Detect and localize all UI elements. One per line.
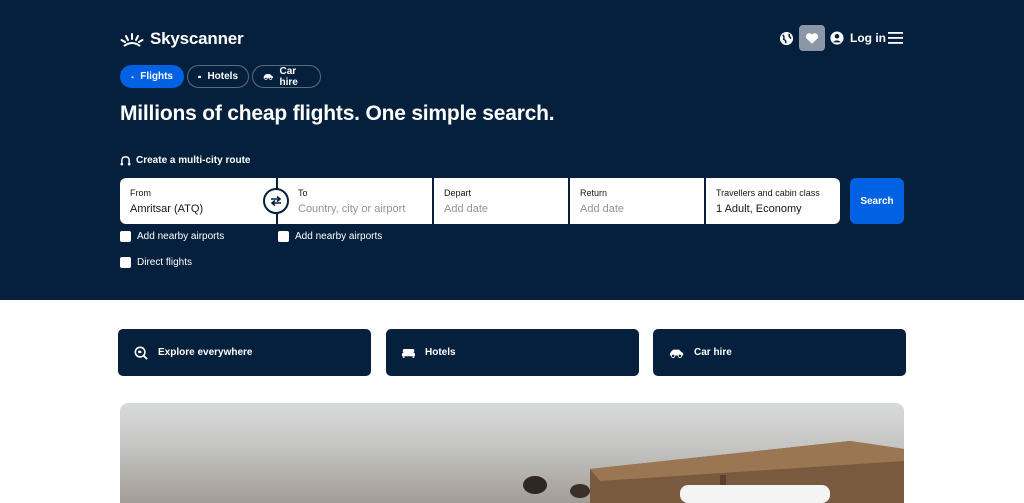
- car-icon: [669, 348, 684, 358]
- return-label: Return: [580, 188, 694, 198]
- hotels-card[interactable]: Hotels: [386, 329, 639, 376]
- depart-placeholder: Add date: [444, 203, 558, 215]
- travellers-value: 1 Adult, Economy: [716, 203, 830, 215]
- depart-field[interactable]: Depart Add date: [434, 178, 568, 224]
- bed-icon: [198, 72, 201, 82]
- quick-link-label: Hotels: [425, 347, 456, 358]
- tab-label: Hotels: [207, 71, 238, 82]
- swap-button[interactable]: [263, 188, 289, 214]
- from-label: From: [130, 188, 266, 198]
- car-icon: [263, 72, 274, 81]
- car-hire-card[interactable]: Car hire: [653, 329, 906, 376]
- checkbox-box[interactable]: [120, 257, 131, 268]
- multicity-route-icon: [120, 155, 131, 166]
- swap-arrows-icon: [270, 195, 282, 207]
- checkbox-label: Direct flights: [137, 257, 192, 268]
- page-headline: Millions of cheap flights. One simple se…: [120, 102, 554, 126]
- user-icon: [830, 31, 844, 45]
- travellers-label: Travellers and cabin class: [716, 188, 830, 198]
- explore-icon: [134, 346, 148, 360]
- checkbox-label: Add nearby airports: [137, 231, 224, 242]
- bed-icon: [402, 348, 415, 358]
- search-button[interactable]: Search: [850, 178, 904, 224]
- checkbox-box[interactable]: [278, 231, 289, 242]
- from-field[interactable]: From Amritsar (ATQ): [120, 178, 276, 224]
- skyscanner-logo[interactable]: Skyscanner: [120, 28, 243, 50]
- menu-icon[interactable]: [887, 30, 903, 46]
- return-placeholder: Add date: [580, 203, 694, 215]
- explore-everywhere-card[interactable]: Explore everywhere: [118, 329, 371, 376]
- nearby-to-checkbox[interactable]: Add nearby airports: [278, 231, 382, 242]
- sunrise-logo-icon: [120, 31, 144, 47]
- login-label: Log in: [850, 31, 886, 45]
- tab-label: Flights: [140, 71, 173, 82]
- quick-link-label: Explore everywhere: [158, 347, 253, 358]
- nearby-from-checkbox[interactable]: Add nearby airports: [120, 231, 224, 242]
- beach-hut-illustration: [120, 403, 904, 503]
- checkbox-box[interactable]: [120, 231, 131, 242]
- saved-heart-button[interactable]: [799, 25, 825, 51]
- plane-icon: [131, 71, 134, 83]
- tab-label: Car hire: [280, 66, 311, 88]
- brand-name: Skyscanner: [150, 29, 243, 49]
- to-placeholder: Country, city or airport: [298, 203, 422, 215]
- depart-label: Depart: [444, 188, 558, 198]
- to-field[interactable]: To Country, city or airport: [278, 178, 432, 224]
- from-value: Amritsar (ATQ): [130, 203, 266, 215]
- return-field[interactable]: Return Add date: [570, 178, 704, 224]
- checkbox-label: Add nearby airports: [295, 231, 382, 242]
- quick-link-label: Car hire: [694, 347, 732, 358]
- multicity-label: Create a multi-city route: [136, 155, 250, 166]
- to-label: To: [298, 188, 422, 198]
- promo-photo: [120, 403, 904, 503]
- heart-icon: [805, 32, 819, 45]
- multicity-link[interactable]: Create a multi-city route: [120, 155, 250, 166]
- tab-car-hire[interactable]: Car hire: [252, 65, 321, 88]
- travellers-field[interactable]: Travellers and cabin class 1 Adult, Econ…: [706, 178, 840, 224]
- direct-flights-checkbox[interactable]: Direct flights: [120, 257, 192, 268]
- login-button[interactable]: Log in: [830, 29, 886, 47]
- globe-icon[interactable]: [777, 29, 795, 47]
- tab-hotels[interactable]: Hotels: [187, 65, 249, 88]
- tab-flights[interactable]: Flights: [120, 65, 184, 88]
